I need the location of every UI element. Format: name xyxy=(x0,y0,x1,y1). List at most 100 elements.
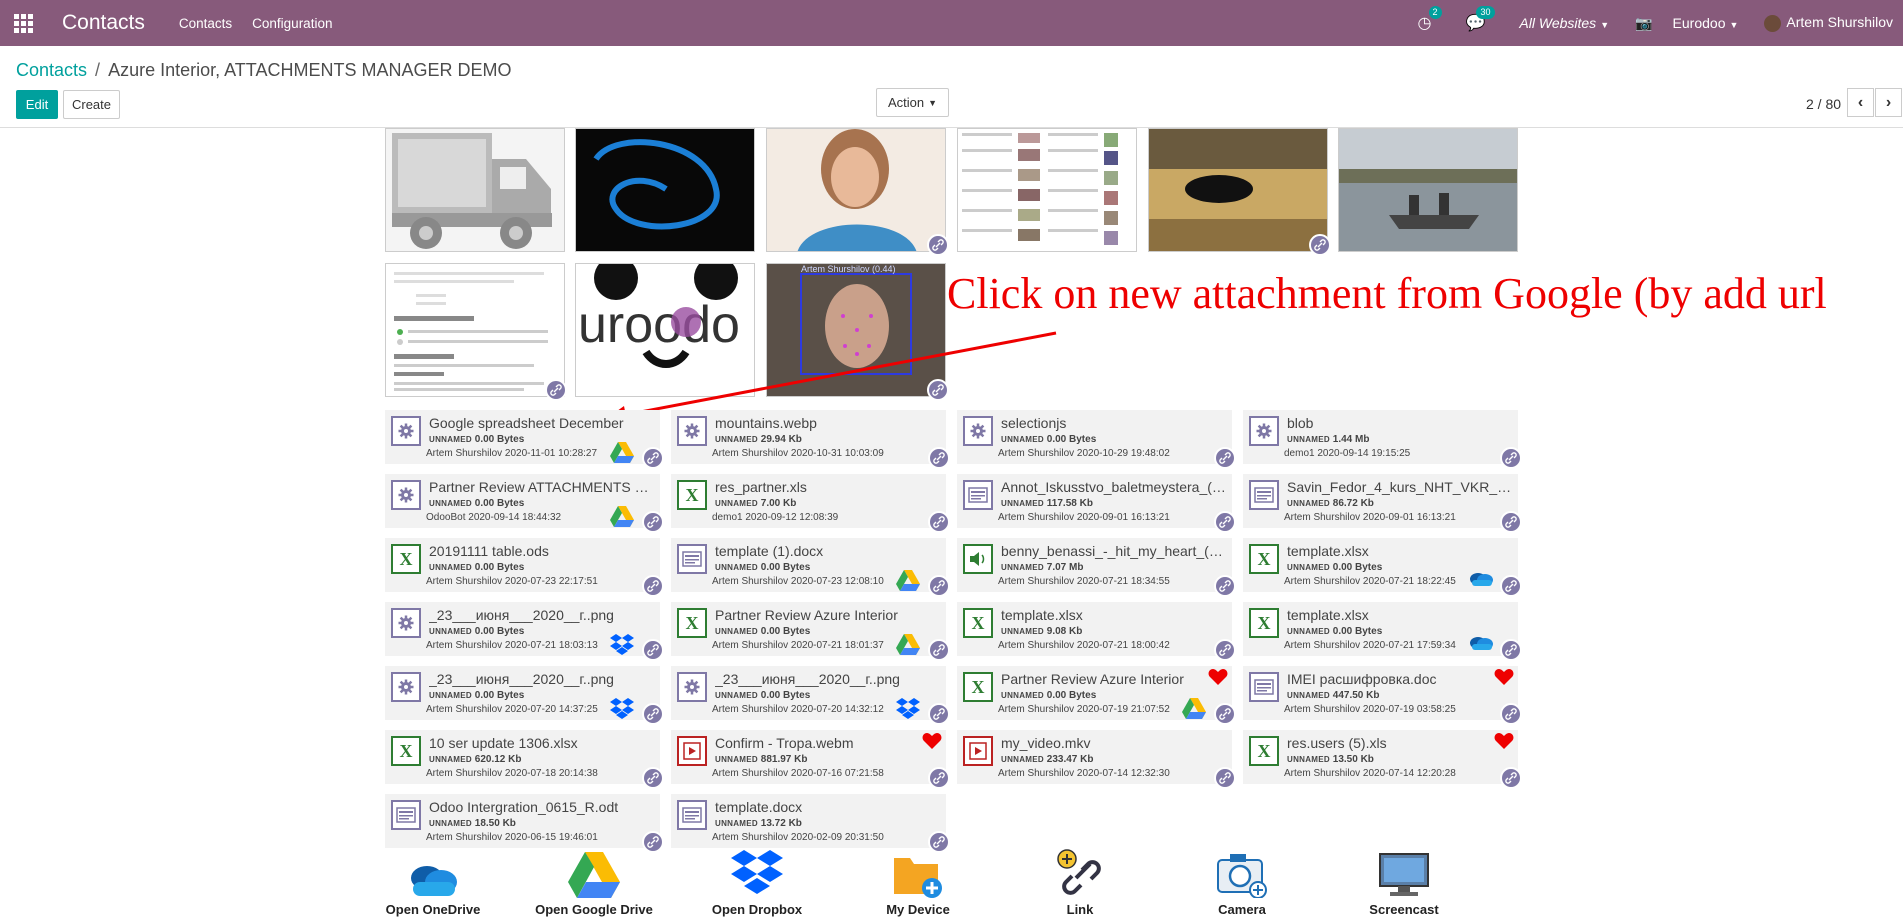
monitor-icon xyxy=(1334,846,1474,898)
attachment-card[interactable]: Xtemplate.xlsx UNNAMED 0.00 Bytes Artem Sh… xyxy=(1243,602,1522,661)
app-title[interactable]: Contacts xyxy=(62,11,145,35)
action-label: Action xyxy=(887,95,925,110)
heart-icon[interactable] xyxy=(1494,668,1514,686)
attachment-meta: Artem Shurshilov 2020-07-21 18:00:42 xyxy=(998,640,1170,651)
link-badge[interactable] xyxy=(1214,575,1236,597)
face-detection-caption: Artem Shurshilov (0.44) xyxy=(801,264,896,274)
link-badge[interactable] xyxy=(1214,511,1236,533)
breadcrumb-root[interactable]: Contacts xyxy=(16,60,87,80)
attachment-card[interactable]: benny_benassi_-_hit_my_heart_(zaycev.net… xyxy=(957,538,1236,597)
toolbar-button-camera[interactable]: Camera xyxy=(1172,846,1312,917)
link-icon xyxy=(1505,452,1517,464)
heart-icon[interactable] xyxy=(1494,732,1514,750)
link-badge[interactable] xyxy=(927,234,949,256)
link-badge[interactable] xyxy=(642,767,664,789)
link-badge[interactable] xyxy=(928,767,950,789)
link-badge[interactable] xyxy=(1500,575,1522,597)
link-badge[interactable] xyxy=(928,639,950,661)
pager-value[interactable]: 2 / 80 xyxy=(1806,96,1841,112)
image-attachment-mouse-photo[interactable] xyxy=(1148,128,1328,252)
create-button[interactable]: Create xyxy=(63,90,120,119)
attachment-card[interactable]: X 10 ser update 1306.xlsx UNNAMED 620.12 K… xyxy=(385,730,664,789)
attachment-card[interactable]: X Partner Review Azure Interior UNNAMED 0.… xyxy=(671,602,950,661)
link-badge[interactable] xyxy=(642,575,664,597)
link-badge[interactable] xyxy=(642,511,664,533)
link-badge[interactable] xyxy=(1214,447,1236,469)
attachment-size: UNNAMED 620.12 Kb xyxy=(429,754,521,765)
toolbar-button-screencast[interactable]: Screencast xyxy=(1334,846,1474,917)
link-badge[interactable] xyxy=(1500,767,1522,789)
attachment-card[interactable]: X Partner Review Azure Interior UNNAMED 0.… xyxy=(957,666,1236,725)
attachment-name: res.users (5).xls xyxy=(1287,735,1387,751)
attachment-card[interactable]: Google spreadsheet December UNNAMED 0.00 … xyxy=(385,410,664,469)
attachment-card[interactable]: Xtemplate.xlsx UNNAMED 9.08 Kb Artem Shurs… xyxy=(957,602,1236,661)
link-badge[interactable] xyxy=(545,379,567,401)
heart-icon[interactable] xyxy=(922,732,942,750)
link-icon xyxy=(647,516,659,528)
attachment-card[interactable]: Confirm - Tropa.webm UNNAMED 881.97 Kb Art… xyxy=(671,730,950,789)
heart-icon[interactable] xyxy=(1208,668,1228,686)
link-badge[interactable] xyxy=(928,447,950,469)
link-badge[interactable] xyxy=(928,703,950,725)
attachment-card[interactable]: blob UNNAMED 1.44 Mb demo1 2020-09-14 19:1… xyxy=(1243,410,1522,469)
attachment-card[interactable]: Xtemplate.xlsx UNNAMED 0.00 Bytes Artem Sh… xyxy=(1243,538,1522,597)
link-badge[interactable] xyxy=(1500,511,1522,533)
attachment-card[interactable]: Xres.users (5).xls UNNAMED 13.50 Kb Artem … xyxy=(1243,730,1522,789)
attachment-card[interactable]: Partner Review ATTACHMENTS MANAGER DEMO U… xyxy=(385,474,664,533)
attachment-card[interactable]: my_video.mkv UNNAMED 233.47 Kb Artem Shurs… xyxy=(957,730,1236,789)
camera-button[interactable]: 📷 xyxy=(1635,15,1652,32)
attachment-card[interactable]: template (1).docx UNNAMED 0.00 Bytes Artem… xyxy=(671,538,950,597)
attachment-card[interactable]: _23___июня___2020__г..png UNNAMED 0.00 By… xyxy=(671,666,950,725)
user-menu[interactable]: Artem Shurshilov xyxy=(1764,14,1893,32)
image-attachment-boat-photo[interactable] xyxy=(1338,128,1518,252)
link-icon xyxy=(1010,846,1150,898)
attachment-card[interactable]: Xres_partner.xls UNNAMED 7.00 Kb demo1 202… xyxy=(671,474,950,533)
image-attachment-truck[interactable] xyxy=(385,128,565,252)
link-badge[interactable] xyxy=(1500,703,1522,725)
attachment-card[interactable]: Odoo Intergration_0615_R.odt UNNAMED 18.5… xyxy=(385,794,664,853)
attachment-meta: Artem Shurshilov 2020-09-01 16:13:21 xyxy=(998,512,1170,523)
toolbar-button-link[interactable]: Link xyxy=(1010,846,1150,917)
link-badge[interactable] xyxy=(1500,639,1522,661)
attachment-card[interactable]: template.docx UNNAMED 13.72 Kb Artem Shurs… xyxy=(671,794,950,853)
menu-contacts[interactable]: Contacts xyxy=(179,16,232,31)
toolbar-button-my-device[interactable]: My Device xyxy=(848,846,988,917)
attachment-card[interactable]: _23___июня___2020__г..png UNNAMED 0.00 By… xyxy=(385,666,664,725)
action-dropdown[interactable]: Action ▼ xyxy=(876,88,949,117)
attachment-card[interactable]: selectionjs UNNAMED 0.00 Bytes Artem Shurs… xyxy=(957,410,1236,469)
link-badge[interactable] xyxy=(642,447,664,469)
link-badge[interactable] xyxy=(1214,767,1236,789)
toolbar-button-open-dropbox[interactable]: Open Dropbox xyxy=(687,846,827,917)
link-badge[interactable] xyxy=(1309,234,1331,256)
company-switcher[interactable]: Eurodoo ▼ xyxy=(1673,15,1739,31)
edit-button[interactable]: Edit xyxy=(16,90,58,119)
link-badge[interactable] xyxy=(642,639,664,661)
pager-next-button[interactable]: › xyxy=(1875,88,1902,117)
attachment-card[interactable]: Annot_Iskusstvo_baletmeystera_(balet) UNN… xyxy=(957,474,1236,533)
unnamed-label: UNNAMED xyxy=(1001,435,1044,444)
link-badge[interactable] xyxy=(1214,703,1236,725)
toolbar-button-open-onedrive[interactable]: Open OneDrive xyxy=(363,846,503,917)
website-switcher[interactable]: All Websites ▼ xyxy=(1519,15,1609,31)
link-badge[interactable] xyxy=(928,575,950,597)
link-badge[interactable] xyxy=(928,511,950,533)
attachment-card[interactable]: Savin_Fedor_4_kurs_NHT_VKR_Metodika UNNAM… xyxy=(1243,474,1522,533)
attachment-card[interactable]: IMEI расшифровка.doc UNNAMED 447.50 Kb Art… xyxy=(1243,666,1522,725)
image-attachment-settings-doc[interactable] xyxy=(385,263,565,397)
link-badge[interactable] xyxy=(1214,639,1236,661)
attachment-card[interactable]: X 20191111 table.ods UNNAMED 0.00 Bytes Art… xyxy=(385,538,664,597)
menu-configuration[interactable]: Configuration xyxy=(252,16,332,31)
attachment-card[interactable]: mountains.webp UNNAMED 29.94 Kb Artem Shur… xyxy=(671,410,950,469)
image-attachment-woman-photo[interactable] xyxy=(766,128,946,252)
activity-button[interactable]: ◷ 2 xyxy=(1418,6,1442,33)
pager-previous-button[interactable]: ‹ xyxy=(1847,88,1874,117)
link-badge[interactable] xyxy=(1500,447,1522,469)
messages-button[interactable]: 💬 30 xyxy=(1465,6,1495,33)
apps-menu-button[interactable] xyxy=(0,0,46,46)
link-badge[interactable] xyxy=(642,703,664,725)
toolbar-button-open-google-drive[interactable]: Open Google Drive xyxy=(524,846,664,917)
image-attachment-contacts-list[interactable] xyxy=(957,128,1137,252)
image-attachment-blue-drawing[interactable] xyxy=(575,128,755,252)
mouse-photo-image xyxy=(1149,129,1327,251)
attachment-card[interactable]: _23___июня___2020__г..png UNNAMED 0.00 By… xyxy=(385,602,664,661)
